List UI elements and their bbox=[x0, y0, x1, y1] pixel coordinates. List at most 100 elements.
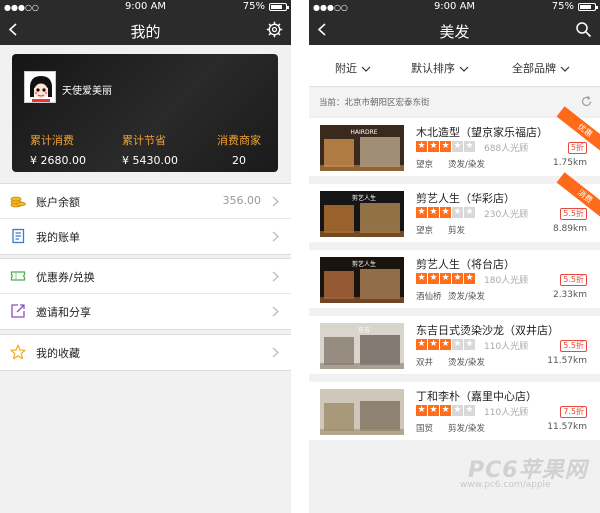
rating-star-icon bbox=[416, 140, 427, 152]
shop-list-item[interactable]: HAIRDRE 木北造型（望京家乐福店） 688人光顾 5折望京 烫发/染发 1.75km… bbox=[309, 106, 600, 176]
screen-divider bbox=[291, 0, 309, 513]
shop-services: 烫发/染发 bbox=[448, 358, 485, 368]
shop-sign: HAIRDRE bbox=[350, 129, 377, 136]
rating-star-icon bbox=[452, 404, 463, 416]
stat-value: ¥ 2680.00 bbox=[30, 154, 86, 167]
rating-star-icon bbox=[464, 206, 475, 218]
gear-icon[interactable] bbox=[266, 21, 283, 38]
share-icon bbox=[11, 304, 25, 318]
shop-distance: 1.75km bbox=[552, 158, 587, 168]
filter-label: 全部品牌 bbox=[512, 62, 556, 75]
menu-item-balance[interactable]: 账户余额 356.00 bbox=[0, 184, 291, 219]
menu-label: 账户余额 bbox=[36, 196, 80, 209]
shop-thumbnail[interactable]: HAIRDRE bbox=[320, 125, 404, 171]
stat-label: 累计消费 bbox=[30, 134, 74, 147]
current-location: 当前：北京市朝阳区宏泰东街 bbox=[319, 98, 430, 108]
status-bar: ●●●○○ 9:00 AM 75% bbox=[0, 0, 291, 14]
shop-area: 国贸 bbox=[416, 424, 434, 434]
visit-count: 230人光顾 bbox=[484, 210, 529, 220]
shop-list-item[interactable]: 剪艺人生剪艺人生（华彩店）230人光顾5.5折望京剪发8.89km消费 bbox=[309, 172, 600, 242]
profile-card[interactable]: 天使爱美丽 累计消费 ¥ 2680.00 累计节省 ¥ 5430.00 消费商家… bbox=[12, 54, 278, 172]
watermark: PC6苹果网 www.pc6.com/apple bbox=[460, 452, 600, 492]
visit-count: 110人光顾 bbox=[484, 342, 529, 352]
avatar-illustration bbox=[25, 72, 55, 102]
battery-percent: 75% bbox=[551, 1, 574, 12]
shop-distance: 8.89km bbox=[552, 224, 587, 234]
shop-area: 望京 bbox=[416, 160, 434, 170]
shop-list-item[interactable]: 剪艺人生 剪艺人生（将台店） 180人光顾 5.5折酒仙桥烫发/染发 2.33km bbox=[309, 250, 600, 308]
stat-value: ¥ 5430.00 bbox=[122, 154, 178, 167]
visit-count: 180人光顾 bbox=[484, 276, 529, 286]
page-title: 我的 bbox=[130, 23, 161, 41]
rating-star-icon bbox=[428, 272, 439, 284]
shop-area: 望京 bbox=[416, 226, 434, 236]
chevron-down-icon bbox=[361, 66, 371, 72]
shop-name: 剪艺人生（将台店） bbox=[416, 258, 515, 271]
rating-star-icon bbox=[416, 338, 427, 350]
stat-value: 20 bbox=[232, 154, 246, 167]
shop-area: 酒仙桥 bbox=[416, 292, 442, 302]
rating-star-icon bbox=[416, 206, 427, 218]
shop-list-item[interactable]: 丁和李朴（嘉里中心店） 110人光顾 7.5折国贸 剪发/染发 11.57km bbox=[309, 382, 600, 440]
menu-item-bills[interactable]: 我的账单 bbox=[0, 219, 291, 254]
discount-badge: 5.5折 bbox=[560, 340, 587, 352]
chevron-right-icon bbox=[272, 347, 279, 358]
rating-star-icon bbox=[440, 404, 451, 416]
stat-label: 消费商家 bbox=[217, 134, 261, 147]
filter-sort[interactable]: 默认排序 bbox=[411, 60, 469, 76]
shop-distance: 11.57km bbox=[547, 422, 587, 432]
stat-total-saved: 累计节省 ¥ 5430.00 bbox=[122, 132, 178, 167]
filter-label: 附近 bbox=[335, 62, 357, 75]
rating-star-icon bbox=[464, 338, 475, 350]
shop-thumbnail[interactable]: 剪艺人生 bbox=[320, 191, 404, 237]
rating-star-icon bbox=[428, 206, 439, 218]
shop-distance: 11.57km bbox=[547, 356, 587, 366]
rating-star-icon bbox=[416, 272, 427, 284]
shop-sign: 东吉 bbox=[358, 326, 370, 334]
menu-item-favorites[interactable]: 我的收藏 bbox=[0, 335, 291, 370]
filter-brand[interactable]: 全部品牌 bbox=[512, 60, 570, 76]
visit-count: 688人光顾 bbox=[484, 144, 529, 154]
menu-item-coupons[interactable]: 优惠券/兑换 bbox=[0, 259, 291, 294]
shop-thumbnail[interactable]: 东吉 bbox=[320, 323, 404, 369]
rating-star-icon bbox=[440, 140, 451, 152]
rating-star-icon bbox=[452, 140, 463, 152]
watermark-url: www.pc6.com/apple bbox=[460, 480, 551, 490]
shop-list-item[interactable]: 东吉 东吉日式烫染沙龙（双井店） 110人光顾 5.5折双井 烫发/染发 11.57km bbox=[309, 316, 600, 374]
avatar[interactable] bbox=[24, 71, 56, 103]
location-bar: 当前：北京市朝阳区宏泰东街 bbox=[309, 88, 600, 116]
menu-item-invite[interactable]: 邀请和分享 bbox=[0, 294, 291, 329]
coins-icon bbox=[10, 196, 26, 208]
shop-name: 剪艺人生（华彩店） bbox=[416, 192, 515, 205]
shop-services: 烫发/染发 bbox=[448, 292, 485, 302]
chevron-right-icon bbox=[272, 306, 279, 317]
chevron-right-icon bbox=[272, 271, 279, 282]
chevron-right-icon bbox=[272, 196, 279, 207]
username: 天使爱美丽 bbox=[62, 86, 112, 97]
rating-star-icon bbox=[452, 338, 463, 350]
rating-star-icon bbox=[464, 404, 475, 416]
shop-sign: 剪艺人生 bbox=[352, 260, 376, 268]
profile-screen: ●●●○○ 9:00 AM 75% 我的 天使爱美丽 累计消费 ¥ 2680.0… bbox=[0, 0, 291, 513]
shop-area: 双井 bbox=[416, 358, 434, 368]
menu-label: 邀请和分享 bbox=[36, 306, 91, 319]
filter-label: 默认排序 bbox=[411, 62, 455, 75]
menu-label: 我的账单 bbox=[36, 231, 80, 244]
shop-services: 剪发/染发 bbox=[448, 424, 485, 434]
shop-thumbnail[interactable]: 剪艺人生 bbox=[320, 257, 404, 303]
filter-nearby[interactable]: 附近 bbox=[335, 60, 371, 76]
shop-thumbnail[interactable] bbox=[320, 389, 404, 435]
status-bar: ●●●○○ 9:00 AM 75% bbox=[309, 0, 600, 14]
star-icon bbox=[10, 344, 26, 360]
refresh-icon[interactable] bbox=[581, 96, 592, 107]
rating-star-icon bbox=[440, 272, 451, 284]
rating-star-icon bbox=[428, 404, 439, 416]
bill-icon bbox=[12, 228, 25, 244]
discount-badge: 5.5折 bbox=[560, 274, 587, 286]
battery-icon bbox=[269, 3, 289, 11]
rating-star-icon bbox=[452, 206, 463, 218]
search-icon[interactable] bbox=[575, 21, 592, 38]
chevron-down-icon bbox=[560, 66, 570, 72]
shop-distance: 2.33km bbox=[552, 290, 587, 300]
menu-label: 我的收藏 bbox=[36, 347, 80, 360]
